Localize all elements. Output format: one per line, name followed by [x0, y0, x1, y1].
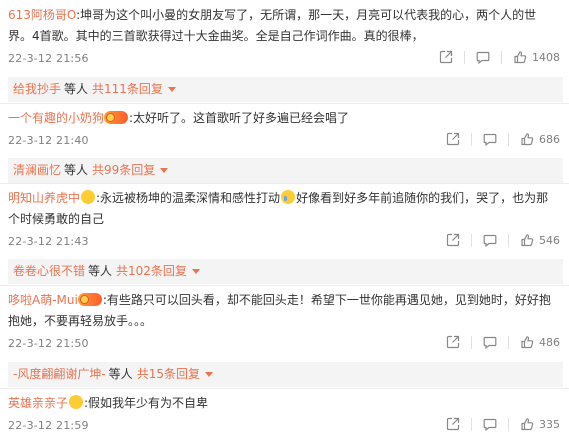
- reply-count-link[interactable]: 共99条回复: [92, 163, 169, 177]
- like-count: 486: [539, 335, 560, 349]
- like-button[interactable]: 1408: [513, 50, 560, 64]
- comment-body: :假如我年少有为不自卑: [84, 396, 209, 410]
- reply-username[interactable]: -风度翩翩谢广坤-: [13, 367, 106, 381]
- share-icon[interactable]: [446, 335, 460, 349]
- comment-meta: 22-3-12 21:50 486: [8, 334, 569, 356]
- thumbs-up-icon: [521, 234, 534, 247]
- comment-time: 22-3-12 21:40: [8, 134, 89, 147]
- reply-username[interactable]: 清澜画忆: [13, 163, 61, 177]
- comment-text-block: 哆啦A萌-Mui:有些路只可以回头看，却不能回头走！希望下一世你能再遇见她，见到…: [8, 285, 569, 332]
- comment-username[interactable]: 英雄亲亲子: [8, 396, 68, 410]
- comment-actions: 686: [446, 132, 560, 146]
- share-icon[interactable]: [446, 233, 460, 247]
- reply-verb: 等人: [88, 264, 113, 278]
- comment-meta: 22-3-12 21:43 546: [8, 232, 569, 254]
- comment-body: :坤哥为这个叫小曼的女朋友写了，无所谓，那一天，月亮可以代表我的心，两个人的世界…: [8, 8, 537, 43]
- comment-username[interactable]: 哆啦A萌-Mui: [8, 293, 78, 307]
- divider: [508, 233, 509, 247]
- comment-item: 英雄亲亲子 :假如我年少有为不自卑 22-3-12 21:59 335: [0, 388, 569, 446]
- comment-icon[interactable]: [483, 417, 497, 431]
- comment-time: 22-3-12 21:59: [8, 419, 89, 432]
- reply-verb: 等人: [108, 367, 133, 381]
- comment-username[interactable]: 613阿杨哥O: [8, 8, 76, 22]
- like-count: 1408: [532, 50, 560, 64]
- comment-text-block: 明知山养虎中:永远被杨坤的温柔深情和感性打动 好像看到好多年前追随你的我们，哭了，…: [8, 183, 569, 230]
- comment-username[interactable]: 明知山养虎中: [8, 191, 80, 205]
- emoji-icon: [69, 395, 84, 409]
- reply-verb: 等人: [64, 82, 89, 96]
- chevron-down-icon: [191, 269, 200, 274]
- comment-item: 明知山养虎中:永远被杨坤的温柔深情和感性打动 好像看到好多年前追随你的我们，哭了，…: [0, 183, 569, 285]
- comment-actions: 546: [446, 233, 560, 247]
- chevron-down-icon: [167, 87, 176, 92]
- reply-summary: -风度翩翩谢广坤- 等人 共15条回复: [8, 362, 563, 387]
- comment-body: :太好听了。这首歌听了好多遍已经会唱了: [129, 111, 350, 125]
- reply-summary: 清澜画忆 等人 共99条回复: [8, 158, 563, 183]
- crying-emoji-icon: [281, 190, 296, 204]
- chevron-down-icon: [160, 168, 169, 173]
- reply-username[interactable]: 卷卷心很不错: [13, 264, 85, 278]
- chevron-down-icon: [204, 372, 213, 377]
- like-button[interactable]: 486: [520, 335, 560, 349]
- like-button[interactable]: 335: [520, 417, 560, 431]
- divider: [508, 132, 509, 146]
- reply-count-link[interactable]: 共111条回复: [92, 82, 176, 96]
- comment-item: 哆啦A萌-Mui:有些路只可以回头看，却不能回头走！希望下一世你能再遇见她，见到…: [0, 285, 569, 388]
- reply-count: 共111条回复: [92, 82, 163, 96]
- reply-count-link[interactable]: 共102条回复: [116, 264, 200, 278]
- comment-text-block: 613阿杨哥O:坤哥为这个叫小曼的女朋友写了，无所谓，那一天，月亮可以代表我的心…: [8, 0, 569, 47]
- emoji-icon: [81, 190, 96, 204]
- divider: [471, 132, 472, 146]
- comment-meta: 22-3-12 21:56 1408: [8, 49, 569, 71]
- comment-body: :永远被杨坤的温柔深情和感性打动: [96, 191, 281, 205]
- like-count: 546: [539, 233, 560, 247]
- divider: [471, 417, 472, 431]
- like-button[interactable]: 546: [520, 233, 560, 247]
- fan-badge-icon: [77, 293, 102, 306]
- reply-username[interactable]: 给我抄手: [13, 82, 61, 96]
- comment-item: 一个有趣的小奶狗 :太好听了。这首歌听了好多遍已经会唱了 22-3-12 21:4…: [0, 103, 569, 183]
- comment-time: 22-3-12 21:56: [8, 52, 89, 65]
- thumbs-up-icon: [521, 336, 534, 349]
- comment-username[interactable]: 一个有趣的小奶狗: [8, 111, 104, 125]
- comment-actions: 486: [446, 335, 560, 349]
- comment-meta: 22-3-12 21:40 686: [8, 131, 569, 153]
- share-icon[interactable]: [446, 132, 460, 146]
- divider: [508, 417, 509, 431]
- like-count: 335: [539, 417, 560, 431]
- comment-text-block: 英雄亲亲子 :假如我年少有为不自卑: [8, 388, 569, 414]
- divider: [471, 335, 472, 349]
- comment-actions: 1408: [439, 50, 560, 64]
- reply-verb: 等人: [64, 163, 89, 177]
- divider: [508, 335, 509, 349]
- reply-count: 共15条回复: [136, 367, 200, 381]
- divider: [471, 233, 472, 247]
- reply-count: 共102条回复: [116, 264, 187, 278]
- thumbs-up-icon: [521, 133, 534, 146]
- reply-count: 共99条回复: [92, 163, 156, 177]
- comment-actions: 335: [446, 417, 560, 431]
- reply-count-link[interactable]: 共15条回复: [137, 367, 213, 381]
- share-icon[interactable]: [439, 50, 453, 64]
- comment-text-block: 一个有趣的小奶狗 :太好听了。这首歌听了好多遍已经会唱了: [8, 103, 569, 129]
- reply-summary: 给我抄手 等人 共111条回复: [8, 77, 563, 102]
- divider: [464, 50, 465, 64]
- like-button[interactable]: 686: [520, 132, 560, 146]
- comment-icon[interactable]: [483, 132, 497, 146]
- like-count: 686: [539, 132, 560, 146]
- comment-meta: 22-3-12 21:59 335: [8, 416, 569, 438]
- divider: [501, 50, 502, 64]
- share-icon[interactable]: [446, 417, 460, 431]
- thumbs-up-icon: [514, 51, 527, 64]
- comment-time: 22-3-12 21:50: [8, 337, 89, 350]
- comment-time: 22-3-12 21:43: [8, 235, 89, 248]
- comment-icon[interactable]: [476, 50, 490, 64]
- reply-summary: 卷卷心很不错 等人 共102条回复: [8, 259, 563, 284]
- fan-badge-icon: [104, 111, 129, 124]
- comment-icon[interactable]: [483, 233, 497, 247]
- comment-item: 613阿杨哥O:坤哥为这个叫小曼的女朋友写了，无所谓，那一天，月亮可以代表我的心…: [0, 0, 569, 103]
- comment-icon[interactable]: [483, 335, 497, 349]
- thumbs-up-icon: [521, 418, 534, 431]
